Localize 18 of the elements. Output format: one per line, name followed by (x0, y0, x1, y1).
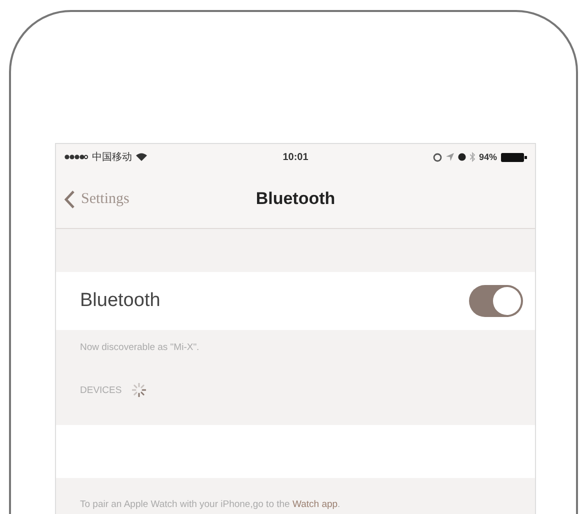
battery-percent: 94% (478, 152, 497, 162)
wifi-icon (136, 153, 147, 161)
bluetooth-icon (470, 152, 475, 162)
loading-spinner-icon (132, 383, 146, 397)
toggle-switch[interactable] (469, 285, 523, 317)
carrier-name: 中国移动 (92, 150, 132, 164)
screen-title: Bluetooth (256, 189, 336, 209)
setting-label: Bluetooth (80, 290, 160, 312)
clock-time: 10:01 (282, 152, 308, 162)
watch-app-link[interactable]: Watch app (292, 499, 338, 510)
discoverable-note: Now discoverable as "Mi-X". (80, 341, 200, 353)
battery-icon (500, 152, 527, 162)
chevron-left-icon (64, 190, 75, 208)
pairing-note: To pair an Apple Watch with your iPhone,go to the Watch app. (80, 499, 342, 510)
location-icon (446, 153, 454, 161)
section-header: DEVICES (80, 384, 122, 396)
signal-icon (64, 154, 88, 160)
back-button[interactable]: Settings (56, 190, 130, 208)
